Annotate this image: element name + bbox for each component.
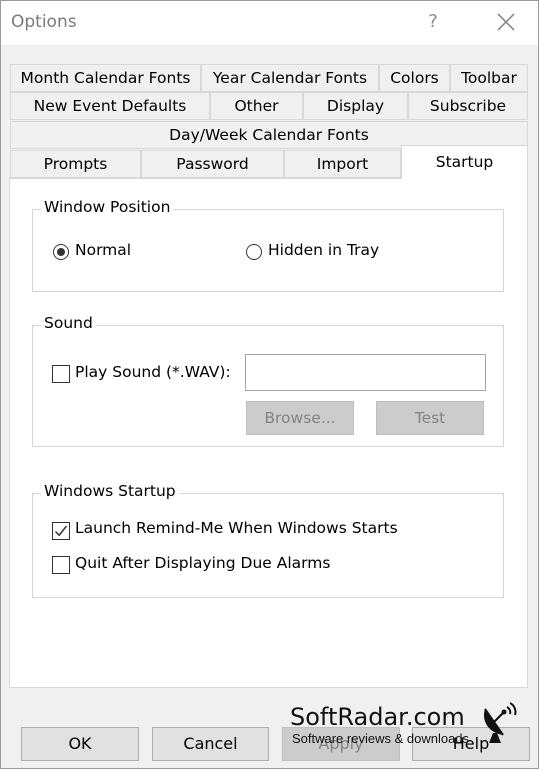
launch-on-startup-label[interactable]: Launch Remind-Me When Windows Starts bbox=[75, 519, 398, 537]
windows-startup-group: Windows Startup Launch Remind-Me When Wi… bbox=[32, 482, 504, 598]
play-sound-checkbox[interactable] bbox=[52, 365, 70, 383]
tab-colors[interactable]: Colors bbox=[379, 64, 450, 92]
tab-month-calendar-fonts[interactable]: Month Calendar Fonts bbox=[10, 64, 201, 92]
test-button[interactable]: Test bbox=[376, 401, 484, 435]
tab-new-event-defaults[interactable]: New Event Defaults bbox=[10, 92, 210, 120]
close-button[interactable] bbox=[486, 5, 526, 39]
tab-import[interactable]: Import bbox=[284, 150, 401, 178]
help-title-button[interactable]: ? bbox=[416, 5, 450, 39]
sound-title: Sound bbox=[41, 314, 96, 332]
title-bar: Options ? bbox=[1, 1, 538, 45]
sound-file-input[interactable] bbox=[245, 354, 486, 391]
startup-panel: Window Position Normal Hidden in Tray So… bbox=[9, 178, 528, 688]
quit-after-alarms-checkbox[interactable] bbox=[52, 556, 70, 574]
tab-subscribe[interactable]: Subscribe bbox=[408, 92, 528, 120]
sound-group: Sound Play Sound (*.WAV): Browse... Test bbox=[32, 314, 504, 447]
tab-password[interactable]: Password bbox=[141, 150, 284, 178]
tab-prompts[interactable]: Prompts bbox=[10, 150, 141, 178]
window-position-group: Window Position Normal Hidden in Tray bbox=[32, 198, 504, 292]
close-icon bbox=[497, 13, 515, 31]
play-sound-label[interactable]: Play Sound (*.WAV): bbox=[75, 363, 231, 381]
tab-startup[interactable]: Startup bbox=[401, 145, 528, 179]
hidden-in-tray-label[interactable]: Hidden in Tray bbox=[268, 241, 379, 259]
ok-button[interactable]: OK bbox=[21, 727, 139, 761]
tab-display[interactable]: Display bbox=[303, 92, 408, 120]
window-position-title: Window Position bbox=[41, 198, 174, 216]
satellite-dish-icon bbox=[483, 702, 517, 743]
options-dialog: Options ? Month Calendar Fonts Year Cale… bbox=[0, 0, 539, 769]
normal-label[interactable]: Normal bbox=[75, 241, 131, 259]
browse-button[interactable]: Browse... bbox=[246, 401, 354, 435]
launch-on-startup-checkbox[interactable] bbox=[52, 522, 70, 540]
tab-year-calendar-fonts[interactable]: Year Calendar Fonts bbox=[201, 64, 379, 92]
cancel-button[interactable]: Cancel bbox=[152, 727, 269, 761]
radio-selected-dot bbox=[57, 248, 65, 256]
tab-other[interactable]: Other bbox=[210, 92, 303, 120]
windows-startup-title: Windows Startup bbox=[41, 482, 179, 500]
tab-toolbar[interactable]: Toolbar bbox=[450, 64, 528, 92]
watermark-title: SoftRadar.com bbox=[290, 703, 465, 731]
quit-after-alarms-label[interactable]: Quit After Displaying Due Alarms bbox=[75, 554, 330, 572]
normal-radio[interactable] bbox=[53, 244, 69, 260]
window-title: Options bbox=[11, 12, 77, 32]
checkmark-icon bbox=[54, 525, 68, 537]
hidden-in-tray-radio[interactable] bbox=[246, 244, 262, 260]
watermark-subtitle: Software reviews & downloads bbox=[292, 731, 470, 746]
